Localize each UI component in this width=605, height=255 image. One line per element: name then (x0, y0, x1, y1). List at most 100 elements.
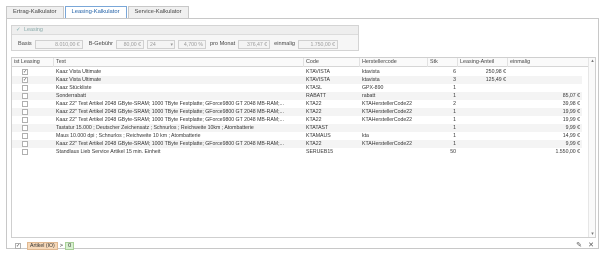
table-row[interactable]: Kaaz 22" Test Artikel 2048 GByte-SRAM; 1… (12, 140, 582, 148)
table-row[interactable]: Maus 10.000 dpi ; Schnurlos ; Reichweite… (12, 132, 582, 140)
table-row[interactable]: Standlaus Lieb Service Artikel 15 min. E… (12, 148, 582, 156)
vertical-scrollbar[interactable]: ▴ ▾ (588, 58, 595, 237)
cell-einmalig: 9,99 € (565, 125, 580, 131)
ist-leasing-checkbox[interactable] (22, 109, 28, 115)
cell-leasing-anteil (458, 108, 508, 116)
cell-herstellercode: kta (362, 133, 369, 139)
cell-leasing-anteil: 125,49 € (485, 77, 506, 83)
cell-leasing-anteil (458, 124, 508, 132)
leasing-panel: ✓ Leasing Basis 8.010,00 € B-Gebühr 80,0… (6, 18, 599, 250)
cell-leasing-anteil (458, 132, 508, 140)
bgebuehr-field[interactable]: 80,00 € (115, 39, 144, 49)
table-row[interactable]: Kaaz 22" Test Artikel 2048 GByte-SRAM; 1… (12, 116, 582, 124)
filter-bar: ✓ Artikel (IO) > 0 ✎ ✕ (11, 241, 596, 250)
leasing-group-header[interactable]: ✓ Leasing (12, 26, 358, 35)
col-einmalig[interactable]: einmalig (508, 58, 590, 67)
cell-leasing-anteil (458, 116, 508, 124)
table-row[interactable]: Kaaz 22" Test Artikel 2048 GByte-SRAM; 1… (12, 108, 582, 116)
cell-einmalig: 14,99 € (562, 133, 580, 139)
cell-stk: 1 (453, 85, 456, 91)
col-ist-leasing[interactable]: ist Leasing (12, 58, 54, 67)
filter-operator[interactable]: > (60, 243, 63, 249)
positions-grid: ist Leasing Text Code Herstellercode Stk… (11, 57, 596, 238)
leasing-fields: Basis 8.010,00 € B-Gebühr 80,00 € 24 ▾ 4… (18, 39, 338, 49)
ist-leasing-checkbox[interactable] (22, 141, 28, 147)
cell-stk: 1 (453, 109, 456, 115)
cell-code: KTATAST (306, 125, 329, 131)
cell-text: Sonderrabatt (56, 93, 86, 99)
tab-ertrag-kalkulator[interactable]: Ertrag-Kalkulator (6, 6, 64, 18)
table-row[interactable]: Kaaz Stückliste KTASL GPX-890 1 (12, 84, 582, 92)
cell-einmalig: 19,99 € (562, 117, 580, 123)
pro-monat-field: 376,47 € (238, 39, 271, 49)
ist-leasing-checkbox[interactable] (22, 133, 28, 139)
ist-leasing-checkbox[interactable] (22, 125, 28, 131)
filter-field[interactable]: Artikel (IO) (27, 241, 58, 250)
pencil-icon[interactable]: ✎ (576, 241, 582, 249)
table-row[interactable]: Kaaz 22" Test Artikel 2048 GByte-SRAM; 1… (12, 100, 582, 108)
filter-enable-checkbox[interactable]: ✓ (15, 242, 21, 249)
cell-herstellercode (360, 124, 428, 132)
close-icon[interactable]: ✕ (588, 241, 594, 249)
col-herstellercode[interactable]: Herstellercode (360, 58, 428, 67)
cell-text: Kaaz Vista Ultimate (56, 69, 102, 75)
cell-leasing-anteil (458, 100, 508, 108)
cell-text: Kaaz 22" Test Artikel 2048 GByte-SRAM; 1… (56, 141, 284, 147)
cell-text: Tastatur 15.000 ; Deutscher Zeichensatz … (56, 125, 254, 131)
col-stk[interactable]: Stk (428, 58, 458, 67)
table-row[interactable]: ✓ Kaaz Vista Ultimate KTAVISTA ktavista 3 125… (12, 76, 582, 84)
cell-code: KTAVISTA (306, 69, 330, 75)
cell-stk: 1 (453, 93, 456, 99)
cell-code: KTAMAUS (306, 133, 331, 139)
ist-leasing-checkbox[interactable]: ✓ (22, 77, 28, 83)
cell-stk: 1 (453, 125, 456, 131)
cell-herstellercode: KTAHerstellerCode22 (362, 141, 413, 147)
cell-herstellercode: KTAHerstellerCode22 (362, 117, 413, 123)
cell-stk: 3 (453, 77, 456, 83)
cell-text: Maus 10.000 dpi ; Schnurlos ; Reichweite… (56, 133, 201, 139)
ist-leasing-checkbox[interactable] (22, 85, 28, 91)
scroll-up-icon[interactable]: ▴ (589, 58, 595, 64)
cell-herstellercode: rabatt (362, 93, 376, 99)
cell-stk: 1 (453, 141, 456, 147)
cell-leasing-anteil (458, 140, 508, 148)
filter-value[interactable]: 0 (65, 241, 75, 250)
ist-leasing-checkbox[interactable] (22, 117, 28, 123)
cell-leasing-anteil (458, 148, 508, 156)
ist-leasing-checkbox[interactable] (22, 93, 28, 99)
cell-text: Kaaz 22" Test Artikel 2048 GByte-SRAM; 1… (56, 109, 284, 115)
cell-einmalig: 39,98 € (562, 101, 580, 107)
basis-field[interactable]: 8.010,00 € (34, 39, 83, 49)
bgebuehr-label: B-Gebühr (88, 41, 113, 47)
cell-code: KTASL (306, 85, 323, 91)
ist-leasing-checkbox[interactable] (22, 101, 28, 107)
cell-text: Kaaz 22" Test Artikel 2048 GByte-SRAM; 1… (56, 101, 284, 107)
col-code[interactable]: Code (304, 58, 360, 67)
chevron-down-icon: ▾ (170, 41, 173, 48)
scroll-down-icon[interactable]: ▾ (589, 231, 595, 237)
cell-einmalig: 19,99 € (562, 109, 580, 115)
cell-herstellercode: ktavista (362, 69, 380, 75)
col-text[interactable]: Text (54, 58, 304, 67)
cell-herstellercode: KTAHerstellerCode22 (362, 101, 413, 107)
cell-code: SERUEB15 (306, 149, 334, 155)
cell-code: KTA22 (306, 109, 322, 115)
cell-stk: 2 (453, 101, 456, 107)
table-row[interactable]: ✓ Kaaz Vista Ultimate KTAVISTA ktavista 6 250… (12, 68, 582, 76)
ist-leasing-checkbox[interactable] (22, 149, 28, 155)
table-row[interactable]: Sonderrabatt RABATT rabatt 1 85,07 € (12, 92, 582, 100)
cell-text: Standlaus Lieb Service Artikel 15 min. E… (56, 149, 161, 155)
cell-einmalig: 85,07 € (562, 93, 580, 99)
col-leasing-anteil[interactable]: Leasing-Anteil (458, 58, 508, 67)
tab-service-kalkulator[interactable]: Service-Kalkulator (127, 6, 189, 18)
cell-stk: 6 (453, 69, 456, 75)
months-value: 24 (149, 41, 156, 48)
rate-field[interactable]: 4,700 % (177, 39, 206, 49)
table-row[interactable]: Tastatur 15.000 ; Deutscher Zeichensatz … (12, 124, 582, 132)
pro-monat-label: pro Monat (209, 41, 236, 47)
cell-text: Kaaz 22" Test Artikel 2048 GByte-SRAM; 1… (56, 117, 284, 123)
months-select[interactable]: 24 ▾ (146, 39, 175, 49)
cell-herstellercode: KTAHerstellerCode22 (362, 109, 413, 115)
ist-leasing-checkbox[interactable]: ✓ (22, 69, 28, 75)
einmalig-field: 1.750,00 € (297, 39, 338, 49)
